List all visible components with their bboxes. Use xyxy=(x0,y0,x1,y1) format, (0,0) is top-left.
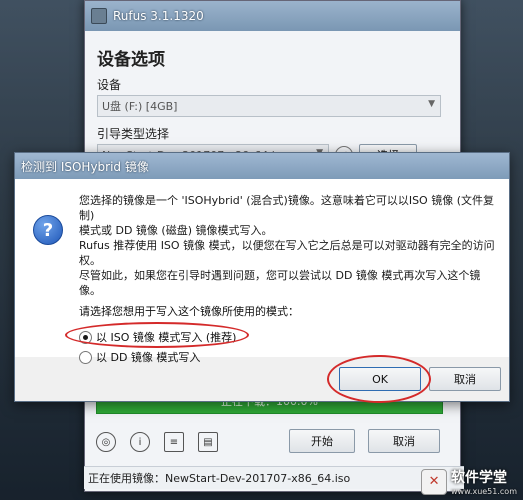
status-bar: 正在使用镜像：NewStart-Dev-201707-x86_64.iso xyxy=(84,466,464,489)
dialog-footer: OK 取消 xyxy=(15,355,509,403)
boot-label: 引导类型选择 xyxy=(97,127,170,141)
globe-icon[interactable]: ◎ xyxy=(96,432,116,452)
cancel-button[interactable]: 取消 xyxy=(368,429,440,453)
mode-prompt: 请选择您想用于写入这个镜像所使用的模式： xyxy=(79,305,299,318)
dialog-message: 您选择的镜像是一个 'ISOHybrid' (混合式)镜像。这意味着它可以以IS… xyxy=(79,193,495,298)
chevron-down-icon: ▼ xyxy=(428,99,435,109)
message-line: 权。 xyxy=(79,254,101,267)
dialog-titlebar[interactable]: 检测到 ISOHybrid 镜像 xyxy=(15,153,509,179)
status-text: 正在使用镜像：NewStart-Dev-201707-x86_64.iso xyxy=(88,472,351,485)
message-line: 您选择的镜像是一个 'ISOHybrid' (混合式)镜像。这意味着它可以以IS… xyxy=(79,194,495,222)
watermark: ✕ 软件学堂 www.xue51.com xyxy=(421,467,517,496)
dialog-content: ? 您选择的镜像是一个 'ISOHybrid' (混合式)镜像。这意味着它可以以… xyxy=(15,179,509,364)
dialog-cancel-button[interactable]: 取消 xyxy=(429,367,501,391)
settings-sliders-icon[interactable]: ≡ xyxy=(164,432,184,452)
message-line: 模式或 DD 镜像 (磁盘) 镜像模式写入。 xyxy=(79,224,273,237)
start-button[interactable]: 开始 xyxy=(289,429,355,453)
site-logo-icon: ✕ xyxy=(421,468,448,495)
log-icon[interactable]: ▤ xyxy=(198,432,218,452)
usb-drive-icon xyxy=(91,8,107,24)
dialog-title: 检测到 ISOHybrid 镜像 xyxy=(21,159,149,174)
question-icon: ? xyxy=(33,215,63,245)
rufus-titlebar[interactable]: Rufus 3.1.1320 xyxy=(85,1,460,31)
watermark-url: www.xue51.com xyxy=(451,487,517,496)
info-icon[interactable]: i xyxy=(130,432,150,452)
isohybrid-dialog: 检测到 ISOHybrid 镜像 ? 您选择的镜像是一个 'ISOHybrid'… xyxy=(14,152,510,403)
highlight-oval-iso xyxy=(65,322,249,348)
watermark-text: 软件学堂 xyxy=(451,470,508,486)
device-label: 设备 xyxy=(97,78,122,92)
device-select[interactable]: U盘 (F:) [4GB] ▼ xyxy=(97,95,441,117)
bottom-toolbar: ◎ i ≡ ▤ xyxy=(96,432,218,452)
message-line: 尽管如此，如果您在引导时遇到问题，您可以尝试以 DD 镜像 模式再次写入这个镜像… xyxy=(79,269,481,297)
window-title: Rufus 3.1.1320 xyxy=(113,9,204,23)
highlight-oval-ok xyxy=(327,355,431,403)
message-line: Rufus 推荐使用 ISO 镜像 模式，以便您在写入它之后总是可以对驱动器有完… xyxy=(79,239,495,252)
section-title: 设备选项 xyxy=(97,50,165,70)
device-value: U盘 (F:) [4GB] xyxy=(102,100,178,113)
